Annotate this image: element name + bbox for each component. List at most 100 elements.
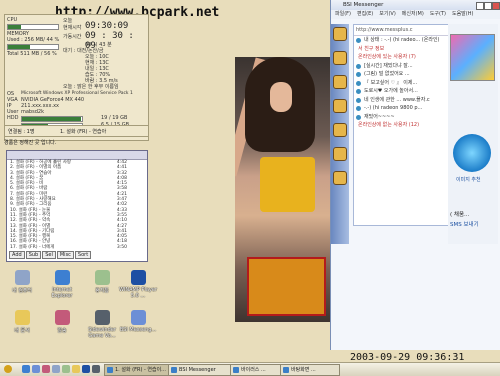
taskbar-app-icon (171, 367, 177, 373)
minimize-button[interactable] (476, 2, 484, 10)
contact-text: 내 상태 : -.-) (hi radeo... (온라인) (364, 37, 440, 43)
system-info-widget: CPU MEMORY Used : 256 MB/ 44 % Total 511… (4, 14, 149, 141)
contact-row[interactable]: (그림) 덜 없었어요 ... (354, 70, 448, 79)
desktop-icon[interactable]: BSI Messeng... (118, 310, 158, 333)
toolbar-game-icon[interactable] (333, 99, 347, 113)
desktop-icon[interactable]: Internet Explorer (42, 270, 82, 299)
connect-status: 연결됨 : 1명 (8, 129, 35, 135)
contact-list: http://www.messplus.c 내 상태 : -.-) (hi ra… (353, 24, 449, 226)
taskbar-button[interactable]: 1. 설화 (FR) - 연습이... (104, 364, 178, 376)
buddy-status-icon (356, 72, 361, 77)
messenger-window: BSI Messenger 파일(F) 편집(E) 보기(V) 메신저(M) 도구(T)… (330, 0, 500, 350)
menu-item[interactable]: 편집(E) (357, 11, 373, 17)
contact-row[interactable]: 내 상태 : -.-) (hi radeo... (온라인) (354, 36, 448, 45)
os-value: Microsoft Windows XP Professional Servic… (21, 91, 133, 96)
contact-text: -.-) (hi radeon 9800 p... (364, 105, 423, 111)
desktop-app-icon (94, 270, 110, 285)
desktop-icon[interactable]: 내 컴퓨터 (2, 270, 42, 294)
contact-text: (그림) 덜 없었어요 ... (364, 71, 410, 77)
desktop-icon[interactable]: WINAMP Player 5.0 ... (118, 270, 158, 299)
desktop-icon[interactable]: 휴지통 (82, 270, 122, 294)
track-title: 16. 설화 (FR) - 안녕 (10, 239, 51, 245)
desktop-icon[interactable]: 알송 (42, 310, 82, 334)
menu-item[interactable]: 파일(F) (335, 11, 351, 17)
track-title: 12. 설화 (FR) - 약속 (10, 218, 51, 224)
contact-row[interactable]: 네 인생에 관한 ... www.플자.c (354, 96, 448, 105)
right-status-text: ( 채움... (450, 212, 470, 218)
desktop-app-icon (94, 310, 110, 325)
hdd-label: HDD (7, 115, 19, 121)
menu-item[interactable]: 도움말(H) (452, 11, 473, 17)
clock-value: 09:30:09 (85, 21, 129, 31)
messenger-url[interactable]: http://www.messplus.c (354, 25, 448, 36)
toolbar-file-icon[interactable] (333, 75, 347, 89)
taskbar-button[interactable]: 바탕화면 ... (280, 364, 340, 376)
contact-row[interactable]: 『 보고싶어 ♡ 』 이제... (354, 79, 448, 88)
desktop-app-icon (54, 310, 70, 325)
playlist-sel-button[interactable]: Sel (42, 251, 56, 259)
desktop-icon-label: 알송 (57, 328, 67, 334)
desktop-icon-label: 휴지통 (95, 288, 109, 294)
weather-note: 오늘 : 맑은 한 후부 이름임 (63, 84, 119, 90)
playlist-sort-button[interactable]: Sort (74, 251, 92, 259)
messenger-quicklaunch-icon[interactable] (32, 365, 40, 373)
cpu-label: CPU (7, 17, 18, 23)
uptime-label: 가동시간 (63, 34, 82, 40)
toolbar-panda-icon[interactable] (333, 147, 347, 161)
menu-item[interactable]: 메신저(M) (402, 11, 424, 17)
playlist-titlebar[interactable] (7, 151, 147, 160)
player-quicklaunch-icon[interactable] (42, 365, 50, 373)
toolbar-music-icon[interactable] (333, 123, 347, 137)
contact-text: 『 보고싶어 ♡ 』 이제... (364, 79, 418, 86)
desktop-icon-label: Sidewinder Game Vo... (88, 327, 116, 339)
playlist-row[interactable]: 17. 설화 (FR) - 너에게 3:50 (7, 245, 147, 250)
promo-label[interactable]: 이미지 추천 (456, 176, 481, 183)
menu-item[interactable]: 보기(V) (379, 11, 396, 17)
messenger-title: BSI Messenger (343, 2, 384, 8)
messenger-titlebar[interactable]: BSI Messenger (331, 0, 500, 10)
start-icon[interactable] (4, 365, 12, 373)
docs-quicklaunch-icon[interactable] (72, 365, 80, 373)
desktop-app-icon (130, 310, 146, 325)
ie-quicklaunch-icon[interactable] (22, 365, 30, 373)
desktop-icon-label: WINAMP Player 5.0 ... (118, 287, 158, 299)
game-quicklaunch-icon[interactable] (92, 365, 100, 373)
maximize-button[interactable] (484, 2, 492, 10)
contact-text: 네 인생에 관한 ... www.플자.c (364, 96, 430, 103)
buddy-status-icon (356, 80, 361, 86)
contact-group-header[interactable]: 온라인상에 없는 사용자 (12) (354, 121, 448, 130)
contact-row[interactable]: 재밌어~~~~ (354, 113, 448, 122)
desktop-icon[interactable]: Sidewinder Game Vo... (82, 310, 122, 339)
desktop-quicklaunch-icon[interactable] (52, 365, 60, 373)
menu-item[interactable]: 도구(T) (430, 11, 446, 17)
contact-row[interactable]: 도로시♥ 오가에 놀아서... (354, 87, 448, 96)
taskbar-button-label: 1. 설화 (FR) - 연습이... (115, 367, 166, 373)
winamp-quicklaunch-icon[interactable] (82, 365, 90, 373)
playlist-sub-button[interactable]: Sub (25, 251, 42, 259)
contact-row[interactable]: -.-) (hi radeon 9800 p... (354, 104, 448, 113)
taskbar-app-icon (107, 367, 113, 373)
desktop-app-icon (130, 270, 146, 285)
toolbar-mail-icon[interactable] (333, 27, 347, 41)
avatar[interactable] (450, 34, 495, 81)
track-title: 6. 설화 (FR) - 바람 (10, 186, 48, 192)
desktop-icon-label: 내 컴퓨터 (12, 288, 32, 294)
close-button[interactable] (492, 2, 500, 10)
contact-group-header[interactable]: 온라인상에 있는 사용자 (7) (354, 53, 448, 62)
sms-button[interactable]: SMS 보내기 (450, 220, 479, 228)
taskbar-button-label: BSI Messenger (179, 367, 216, 373)
playlist-misc-button[interactable]: Misc (56, 251, 74, 259)
hdd-c-bar (21, 116, 83, 122)
desktop-app-icon (14, 310, 30, 325)
contact-group-header[interactable]: 서 친구 정보 (354, 45, 448, 54)
contact-text: 서 친구 정보 (358, 45, 385, 52)
folder-quicklaunch-icon[interactable] (62, 365, 70, 373)
desktop-app-icon (54, 270, 70, 285)
toolbar-note-icon[interactable] (333, 171, 347, 185)
toolbar-chat-icon[interactable] (333, 51, 347, 65)
taskbar-app-icon (283, 367, 289, 373)
contact-row[interactable]: [실시간] 재밌다냐 잘... (354, 62, 448, 71)
desktop-icon[interactable]: 내 문서 (2, 310, 42, 334)
playlist-add-button[interactable]: Add (9, 251, 25, 259)
memory-bar (7, 44, 59, 50)
